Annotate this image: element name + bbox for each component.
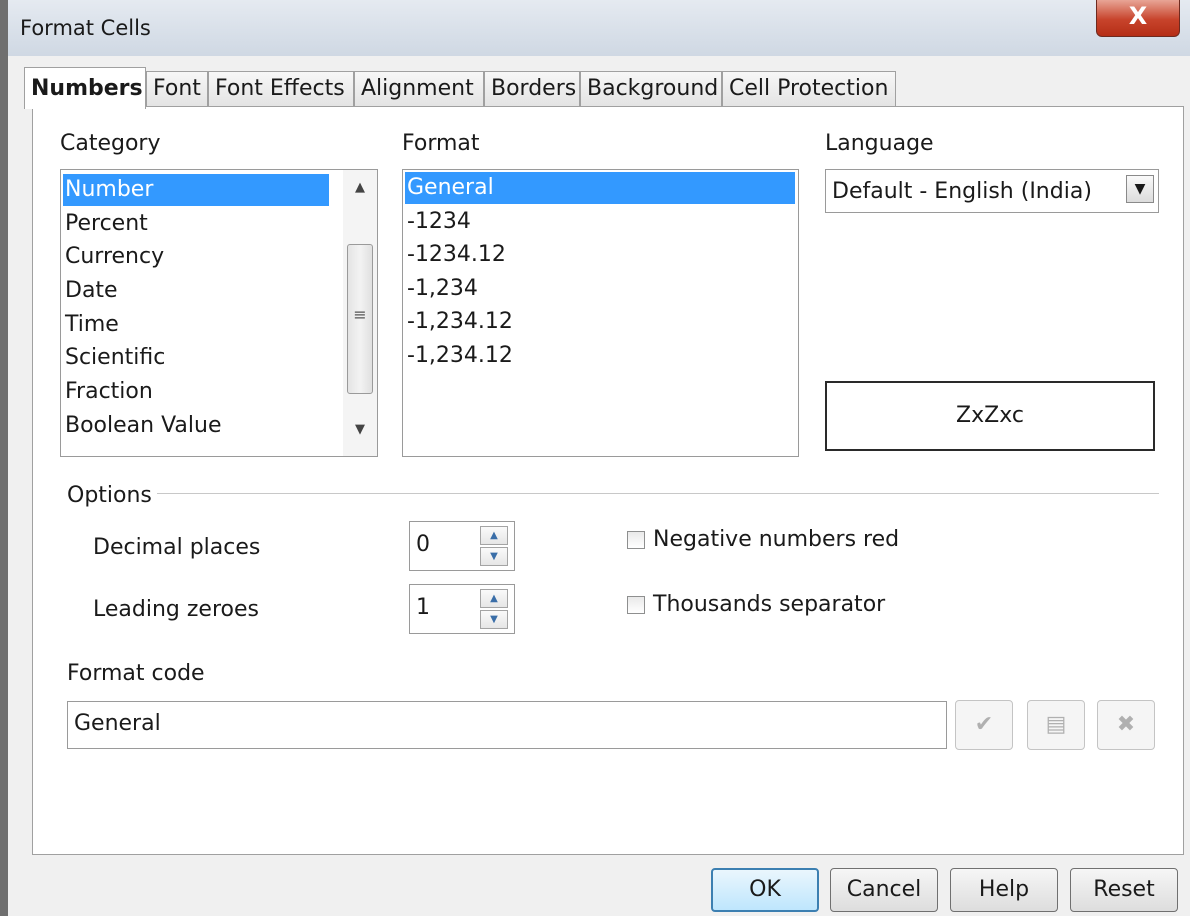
thousands-separator-checkbox[interactable] [627,596,645,614]
tab-font-effects[interactable]: Font Effects [208,71,354,107]
category-scrollbar[interactable]: ▲ ≡ ▼ [343,170,377,456]
negative-red-checkbox[interactable] [627,531,645,549]
delete-icon[interactable]: ✖ [1097,700,1155,750]
leading-zeroes-stepper[interactable]: 1 ▲ ▼ [409,584,515,634]
list-item-boolean-value[interactable]: Boolean Value [65,410,222,442]
category-list[interactable]: Number Percent Currency Date Time Scient… [60,169,378,457]
options-divider [157,493,1159,494]
tab-numbers[interactable]: Numbers [24,67,146,109]
format-code-label: Format code [67,661,205,686]
negative-red-label[interactable]: Negative numbers red [653,527,899,552]
list-item-general[interactable]: General [405,172,795,204]
decimal-places-value[interactable]: 0 [416,532,430,557]
spin-down-icon[interactable]: ▼ [480,547,508,566]
cancel-button[interactable]: Cancel [830,868,938,912]
window-title: Format Cells [20,16,151,40]
list-item-currency[interactable]: Currency [65,241,164,273]
help-button[interactable]: Help [950,868,1058,912]
scroll-thumb[interactable]: ≡ [347,244,373,394]
scroll-up-icon[interactable]: ▲ [343,180,377,195]
leading-zeroes-label: Leading zeroes [93,597,259,622]
list-item-format-2[interactable]: -1234 [407,206,471,238]
options-label: Options [67,483,152,508]
list-item-number[interactable]: Number [63,174,329,206]
format-list[interactable]: General -1234 -1234.12 -1,234 -1,234.12 … [402,169,799,457]
checkmark-icon[interactable]: ✔ [955,700,1013,750]
list-item-date[interactable]: Date [65,275,118,307]
decimal-places-label: Decimal places [93,535,261,560]
grip-icon: ≡ [353,305,367,324]
preview-box: ZxZxc [825,381,1155,451]
list-item-format-6[interactable]: -1,234.12 [407,340,513,372]
spin-up-icon[interactable]: ▲ [480,589,508,608]
format-code-input[interactable]: General [67,701,947,749]
edit-comment-icon[interactable]: ▤ [1027,700,1085,750]
tab-cell-protection[interactable]: Cell Protection [722,71,896,107]
list-item-time[interactable]: Time [65,309,119,341]
decimal-places-stepper[interactable]: 0 ▲ ▼ [409,521,515,571]
format-label: Format [402,131,480,156]
language-dropdown[interactable]: Default - English (India) ▼ [825,169,1159,213]
spin-down-icon[interactable]: ▼ [480,610,508,629]
tab-background[interactable]: Background [580,71,722,107]
decimal-places-spin-buttons: ▲ ▼ [480,526,508,566]
tab-borders[interactable]: Borders [484,71,580,107]
leading-zeroes-value[interactable]: 1 [416,595,430,620]
category-label: Category [60,131,161,156]
leading-zeroes-spin-buttons: ▲ ▼ [480,589,508,629]
list-item-format-5[interactable]: -1,234.12 [407,306,513,338]
close-icon: X [1128,2,1148,30]
scroll-down-icon[interactable]: ▼ [343,422,377,437]
language-value: Default - English (India) [832,179,1092,204]
tab-font[interactable]: Font [146,71,208,107]
reset-button[interactable]: Reset [1070,868,1178,912]
numbers-panel: Category Number Percent Currency Date Ti… [32,106,1184,855]
list-item-scientific[interactable]: Scientific [65,342,165,374]
language-label: Language [825,131,934,156]
list-item-fraction[interactable]: Fraction [65,376,153,408]
title-bar: Format Cells [8,0,1190,56]
tab-alignment[interactable]: Alignment [354,71,484,107]
spin-up-icon[interactable]: ▲ [480,526,508,545]
list-item-format-3[interactable]: -1234.12 [407,239,506,271]
chevron-down-icon[interactable]: ▼ [1126,175,1154,203]
ok-button[interactable]: OK [711,868,819,912]
close-button[interactable]: X [1096,0,1180,37]
format-cells-dialog: Format Cells X Numbers Font Font Effects… [0,0,1190,916]
list-item-percent[interactable]: Percent [65,208,148,240]
preview-text: ZxZxc [956,403,1024,428]
list-item-format-4[interactable]: -1,234 [407,273,478,305]
thousands-separator-label[interactable]: Thousands separator [653,592,885,617]
